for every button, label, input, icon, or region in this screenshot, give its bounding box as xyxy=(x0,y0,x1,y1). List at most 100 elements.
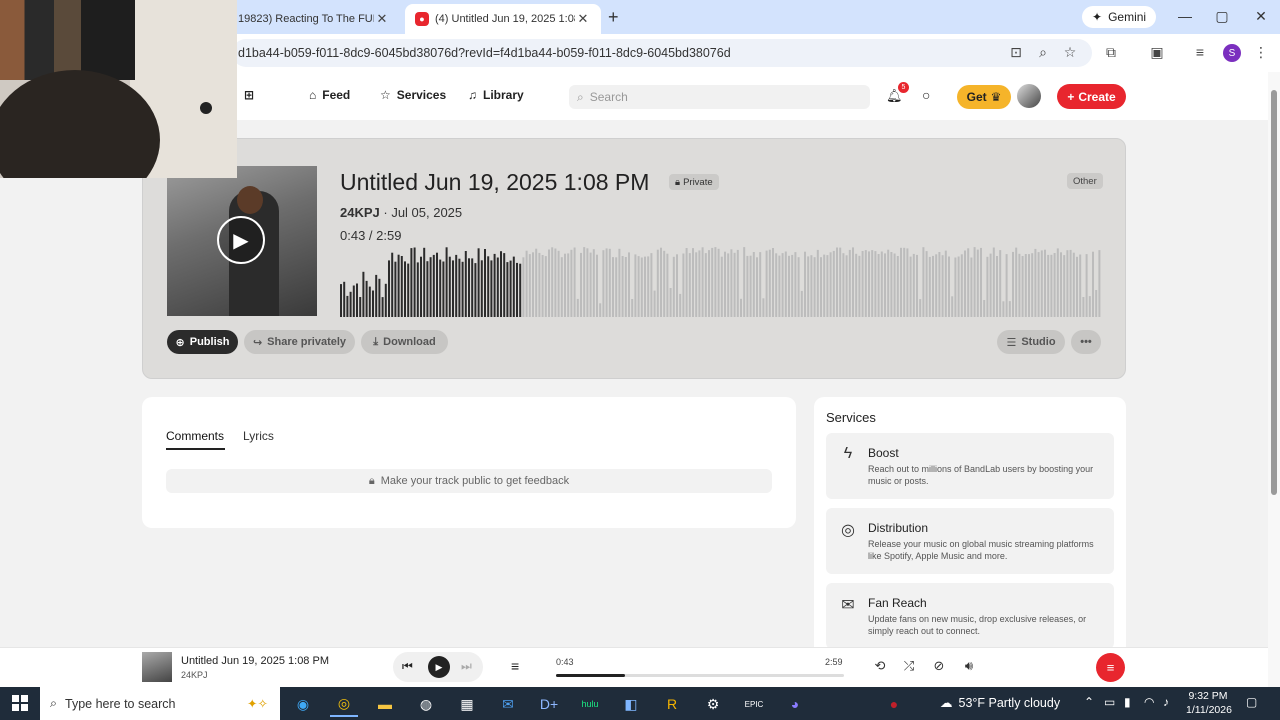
next-icon[interactable]: ⏭ xyxy=(461,659,472,674)
install-app-icon[interactable]: ⊡ xyxy=(1006,44,1026,61)
media-control-icon[interactable]: ≡ xyxy=(1190,44,1210,60)
weather-widget[interactable]: ☁ 53°F Partly cloudy xyxy=(940,695,1060,711)
bookmark-star-icon[interactable]: ☆ xyxy=(1060,44,1080,61)
scrollbar-thumb[interactable] xyxy=(1271,90,1277,495)
windows-start-icon[interactable] xyxy=(12,695,28,711)
apps-grid-icon[interactable]: ⊞ xyxy=(244,88,254,102)
share-privately-button[interactable]: ↪ Share privately xyxy=(244,330,355,354)
mail-app-icon[interactable]: ✉ xyxy=(494,691,522,717)
close-window-icon[interactable]: ✕ xyxy=(1251,8,1271,25)
chrome-icon[interactable]: ◎ xyxy=(330,691,358,717)
store-icon[interactable]: ▦ xyxy=(453,691,481,717)
steam-icon[interactable]: ⚙ xyxy=(699,691,727,717)
player-cover-art[interactable] xyxy=(142,652,172,682)
taskbar-clock[interactable]: 9:32 PM 1/11/2026 xyxy=(1186,689,1232,717)
hulu-icon[interactable]: hulu xyxy=(576,691,604,717)
disney-plus-icon[interactable]: D+ xyxy=(535,691,563,717)
tray-app-icon[interactable]: ● xyxy=(880,691,908,717)
wifi-icon[interactable]: ◠ xyxy=(1144,695,1154,709)
app-icon[interactable]: ◧ xyxy=(617,691,645,717)
tab-close-icon[interactable]: ✕ xyxy=(575,11,591,27)
search-input[interactable]: ⌕ Search xyxy=(569,85,870,109)
rockstar-icon[interactable]: R xyxy=(658,691,686,717)
file-explorer-icon[interactable]: ▬ xyxy=(371,691,399,717)
player-menu-icon[interactable]: ≡ xyxy=(1096,653,1125,682)
profile-avatar[interactable]: S xyxy=(1223,44,1241,62)
waveform-bar xyxy=(794,252,797,317)
tab-close-icon[interactable]: ✕ xyxy=(374,11,390,27)
nav-services[interactable]: ☆ Services xyxy=(380,88,446,102)
browser-tab-bandlab[interactable]: ● (4) Untitled Jun 19, 2025 1:08 P ✕ xyxy=(405,4,601,34)
meet-icon[interactable]: ▭ xyxy=(1104,695,1115,709)
tab-comments[interactable]: Comments xyxy=(166,429,224,443)
waveform-bar xyxy=(986,256,989,317)
mute-icon[interactable]: ⊘ xyxy=(929,658,949,674)
gemini-sparkle-icon: ✦ xyxy=(1092,10,1103,24)
url-field[interactable]: d1ba44-b059-f011-8dc9-6045bd38076d?revId… xyxy=(232,39,1092,67)
player-track-title[interactable]: Untitled Jun 19, 2025 1:08 PM xyxy=(181,655,329,667)
waveform-bar xyxy=(967,248,970,317)
tab-lyrics[interactable]: Lyrics xyxy=(243,429,274,443)
active-tab-indicator xyxy=(166,448,225,450)
minimize-icon[interactable]: — xyxy=(1175,8,1195,24)
player-artist[interactable]: 24KPJ xyxy=(181,670,208,680)
player-play-icon[interactable]: ▶ xyxy=(428,656,450,678)
service-fan-reach[interactable]: ✉ Fan Reach Update fans on new music, dr… xyxy=(826,583,1114,647)
chrome-menu-icon[interactable]: ⋮ xyxy=(1251,44,1271,61)
waveform-bar xyxy=(535,248,538,317)
waveform-bar xyxy=(730,249,733,317)
edge-icon[interactable]: ◉ xyxy=(289,691,317,717)
nav-feed[interactable]: ⌂ Feed xyxy=(309,88,350,102)
maximize-icon[interactable]: ▢ xyxy=(1212,8,1232,25)
waveform-bar xyxy=(487,256,490,317)
battery-icon[interactable]: ▮ xyxy=(1124,695,1131,709)
more-options-icon[interactable]: ••• xyxy=(1071,330,1101,354)
repeat-icon[interactable]: ⟲ xyxy=(870,658,890,674)
publish-button[interactable]: ⊕ Publish xyxy=(167,330,238,354)
new-tab-button[interactable]: + xyxy=(608,7,619,28)
split-view-icon[interactable]: ▣ xyxy=(1147,44,1167,61)
waveform-bar xyxy=(439,259,442,317)
waveform-bar xyxy=(983,300,986,317)
waveform-bar xyxy=(644,256,646,317)
notification-center-icon[interactable]: ▢ xyxy=(1246,695,1257,709)
waveform-bar xyxy=(810,255,813,317)
extensions-icon[interactable]: ⧉ xyxy=(1101,44,1121,61)
page-scrollbar[interactable] xyxy=(1268,72,1280,687)
queue-icon[interactable]: ≡ xyxy=(511,658,519,674)
gemini-button[interactable]: ✦ Gemini xyxy=(1082,6,1157,28)
create-button[interactable]: + Create xyxy=(1057,84,1126,109)
waveform-bar xyxy=(852,247,854,317)
play-icon[interactable]: ▶ xyxy=(217,216,265,264)
shuffle-icon[interactable]: ⤮ xyxy=(899,658,919,674)
epic-games-icon[interactable]: EPIC xyxy=(740,691,768,717)
progress-bar[interactable] xyxy=(556,674,844,677)
artist-name[interactable]: 24KPJ xyxy=(340,205,380,220)
genre-tag[interactable]: Other xyxy=(1067,173,1103,189)
waveform-bar xyxy=(749,255,752,317)
track-cover-art[interactable]: ▶ xyxy=(167,166,317,316)
obs-icon[interactable]: ◍ xyxy=(412,691,440,717)
get-membership-button[interactable]: Get ♛ xyxy=(957,85,1011,109)
waveform-bar xyxy=(615,257,618,317)
waveform-bar xyxy=(368,286,371,317)
volume-icon[interactable]: 🔊︎ xyxy=(959,658,979,674)
chevron-up-icon[interactable]: ⌃ xyxy=(1084,695,1094,709)
nav-library[interactable]: ♫ Library xyxy=(468,88,524,102)
waveform[interactable] xyxy=(340,247,1102,317)
chat-icon[interactable]: ○ xyxy=(922,87,930,103)
zoom-icon[interactable]: ⌕ xyxy=(1033,44,1053,61)
studio-button[interactable]: ☰ Studio xyxy=(997,330,1065,354)
taskbar-search-input[interactable]: ⌕ Type here to search ✦✧ xyxy=(40,687,280,720)
browser-tab-reacting[interactable]: 19823) Reacting To The FUNNI ✕ xyxy=(228,4,400,34)
waveform-bar xyxy=(973,247,976,317)
weather-cloud-icon: ☁ xyxy=(940,696,953,710)
download-button[interactable]: ⤓ Download xyxy=(361,330,448,354)
discord-icon[interactable]: ◕ xyxy=(781,691,809,717)
waveform-bar xyxy=(1028,254,1030,317)
service-boost[interactable]: ϟ Boost Reach out to millions of BandLab… xyxy=(826,433,1114,499)
service-distribution[interactable]: ◎ Distribution Release your music on glo… xyxy=(826,508,1114,574)
speaker-icon[interactable]: ♪ xyxy=(1163,695,1169,709)
user-avatar[interactable] xyxy=(1017,84,1041,108)
previous-icon[interactable]: ⏮ xyxy=(402,659,413,674)
